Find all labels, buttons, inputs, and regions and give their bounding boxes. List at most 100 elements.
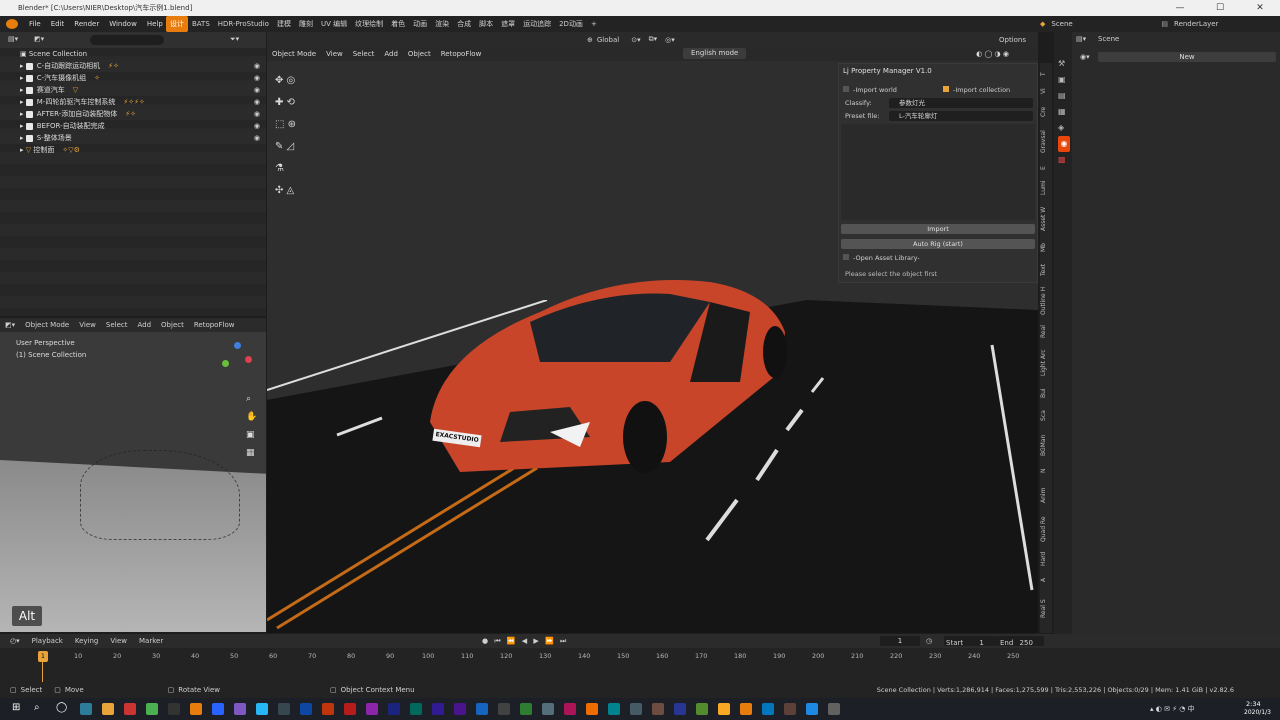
checkbox[interactable] [25, 110, 33, 118]
system-tray-icons[interactable]: ▴ ◐ ✉ ⚡ ◔ 中 [1150, 704, 1195, 714]
pan-hand-icon[interactable]: ✋ [246, 408, 257, 426]
windows-start-icon[interactable]: ⊞ [12, 702, 20, 713]
menu-retopoflow[interactable]: RetopoFlow [189, 318, 240, 332]
editor-type-icon[interactable]: ◩▾ [0, 318, 20, 332]
taskbar-app-icon[interactable] [828, 703, 840, 715]
menu-select[interactable]: Select [348, 47, 380, 61]
import-collection-option[interactable]: -Import collection [943, 85, 1010, 95]
outliner-root[interactable]: ▣ Scene Collection [0, 48, 266, 60]
taskbar-app-icon[interactable] [146, 703, 158, 715]
workspace-tab[interactable]: 纹理绘制 [351, 16, 387, 32]
sidebar-tab[interactable]: Quad Re [1040, 511, 1052, 547]
outliner-item[interactable]: ▸ C-自动跟踪运动相机 ⚡✧ ◉ [0, 60, 266, 72]
sidebar-tab[interactable]: E [1040, 161, 1052, 175]
scene-props-icon[interactable]: ◈ [1058, 120, 1072, 136]
checkbox[interactable] [25, 122, 33, 130]
taskbar-app-icon[interactable] [630, 703, 642, 715]
taskbar-app-icon[interactable] [674, 703, 686, 715]
sidebar-tab[interactable]: Mb [1040, 239, 1052, 257]
workspace-tab[interactable]: 着色 [387, 16, 409, 32]
menu-select[interactable]: Select [101, 318, 133, 332]
taskbar-app-icon[interactable] [520, 703, 532, 715]
taskbar-app-icon[interactable] [80, 703, 92, 715]
visibility-eye-icon[interactable]: ◉ [254, 96, 260, 108]
menu-view[interactable]: View [74, 318, 101, 332]
x-axis-icon[interactable] [245, 356, 252, 363]
scale-tool-icon[interactable]: ⬚ ⊛ [275, 114, 315, 136]
transform-tool-icon[interactable]: ✣ ◬ [275, 180, 315, 202]
menu-help[interactable]: Help [142, 16, 168, 32]
proportional-edit-icon[interactable]: ◎▾ [665, 36, 675, 44]
mode-dropdown[interactable]: Object Mode [267, 47, 321, 61]
menu-marker[interactable]: Marker [139, 634, 163, 648]
new-world-button[interactable]: New [1098, 52, 1276, 62]
sidebar-tab[interactable]: Real S [1040, 591, 1052, 627]
z-axis-icon[interactable] [234, 342, 241, 349]
taskbar-app-icon[interactable] [476, 703, 488, 715]
taskbar-app-icon[interactable] [322, 703, 334, 715]
scene-name[interactable]: Scene [1051, 20, 1161, 28]
taskbar-app-icon[interactable] [234, 703, 246, 715]
taskbar-app-icon[interactable] [740, 703, 752, 715]
open-library-checkbox[interactable] [843, 254, 849, 260]
taskbar-app-icon[interactable] [542, 703, 554, 715]
sidebar-tab[interactable]: Sca [1040, 405, 1052, 427]
annotate-tool-icon[interactable]: ✎ ◿ [275, 136, 315, 158]
sidebar-tab[interactable]: BGMan [1040, 429, 1052, 461]
sidebar-tab[interactable]: Vi [1040, 83, 1052, 99]
workspace-tab[interactable]: 雕刻 [295, 16, 317, 32]
timeline-ruler[interactable]: 10 20 30 40 50 60 70 80 90 100 110 120 1… [0, 648, 1050, 682]
visibility-eye-icon[interactable]: ◉ [254, 108, 260, 120]
taskbar-app-icon[interactable] [410, 703, 422, 715]
menu-add[interactable]: Add [132, 318, 156, 332]
outliner-item[interactable]: ▸ AFTER-添加自动装配物体 ⚡✧ ◉ [0, 108, 266, 120]
outliner-item[interactable]: ▸ 赛道汽车 ▽ ◉ [0, 84, 266, 96]
sidebar-tab[interactable]: Gravsal [1040, 125, 1052, 159]
menu-window[interactable]: Window [104, 16, 142, 32]
camera-icon[interactable]: ▣ [246, 426, 257, 444]
sidebar-tab[interactable]: Bui [1040, 383, 1052, 403]
properties-editor-icon[interactable]: ▤▾ [1076, 35, 1086, 43]
task-view-icon[interactable]: ◯ [56, 702, 67, 713]
navigation-gizmo[interactable] [220, 342, 254, 376]
shading-icons[interactable]: ◐ ◯ ◑ ◉ [971, 47, 1014, 61]
outliner-item[interactable]: ▸ C-汽车摄像机组 ✧ ◉ [0, 72, 266, 84]
sidebar-tab[interactable]: N [1040, 463, 1052, 479]
sidebar-tab[interactable]: Hard [1040, 549, 1052, 569]
start-frame-field[interactable]: Start 1 [944, 636, 998, 647]
blender-taskbar-icon[interactable] [190, 703, 202, 715]
view-layer-name[interactable]: RenderLayer [1174, 20, 1218, 28]
taskbar-app-icon[interactable] [696, 703, 708, 715]
checkbox[interactable] [25, 62, 33, 70]
render-props-icon[interactable]: ▣ [1058, 72, 1072, 88]
workspace-tab[interactable]: 设计 [166, 16, 188, 32]
menu-object[interactable]: Object [156, 318, 189, 332]
outliner-item[interactable]: ▸ BEFOR-自动装配完成 ◉ [0, 120, 266, 132]
outliner-item[interactable]: ▸ M-四轮前驱汽车控制系统 ⚡✧⚡✧ ◉ [0, 96, 266, 108]
import-button[interactable]: Import [841, 224, 1035, 234]
outliner-item[interactable]: ▸ S-整体场景 ◉ [0, 132, 266, 144]
outliner-search-input[interactable] [90, 35, 164, 45]
taskbar-app-icon[interactable] [168, 703, 180, 715]
workspace-tab[interactable]: BATS [188, 16, 214, 32]
world-props-icon[interactable]: ◉ [1058, 136, 1070, 152]
snap-icon[interactable]: ⧉▾ [649, 35, 658, 44]
cursor-tool-icon[interactable]: ✥ ◎ [275, 70, 315, 92]
workspace-tab[interactable]: 2D动画 [555, 16, 587, 32]
sidebar-tab[interactable]: Outline H [1040, 283, 1052, 319]
menu-edit[interactable]: Edit [46, 16, 70, 32]
english-mode-button[interactable]: English mode [683, 48, 747, 59]
taskbar-app-icon[interactable] [454, 703, 466, 715]
sidebar-tab[interactable]: Text [1040, 259, 1052, 281]
taskbar-app-icon[interactable] [344, 703, 356, 715]
checkbox[interactable] [25, 98, 33, 106]
menu-file[interactable]: File [24, 16, 46, 32]
menu-keying[interactable]: Keying [75, 634, 99, 648]
checkbox[interactable] [25, 86, 33, 94]
menu-render[interactable]: Render [69, 16, 104, 32]
taskbar-app-icon[interactable] [124, 703, 136, 715]
taskbar-app-icon[interactable] [212, 703, 224, 715]
outliner-item[interactable]: ▸ ▽ 控制面 ✧▽⚙ [0, 144, 266, 156]
tool-props-icon[interactable]: ⚒ [1058, 56, 1072, 72]
texture-props-icon[interactable]: ▩ [1058, 152, 1072, 168]
